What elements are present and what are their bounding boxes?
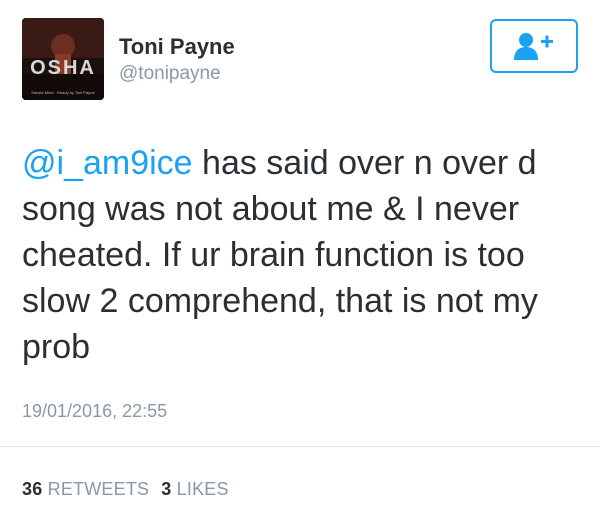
likes-label: LIKES bbox=[176, 479, 229, 499]
avatar-caption: Smoke Mind · Ready by Toni Payne bbox=[31, 90, 95, 95]
divider bbox=[0, 446, 600, 447]
user-handle[interactable]: @tonipayne bbox=[119, 63, 221, 85]
timestamp[interactable]: 19/01/2016, 22:55 bbox=[22, 401, 167, 422]
tweet-card: OSHA Smoke Mind · Ready by Toni Payne To… bbox=[0, 0, 600, 513]
add-user-icon bbox=[514, 33, 553, 60]
tweet-stats: 36 RETWEETS 3 LIKES bbox=[22, 479, 229, 500]
follow-button[interactable] bbox=[490, 19, 578, 73]
likes-count: 3 bbox=[161, 479, 172, 499]
retweets-stat[interactable]: 36 RETWEETS bbox=[22, 479, 149, 499]
display-name[interactable]: Toni Payne bbox=[119, 34, 235, 60]
retweets-count: 36 bbox=[22, 479, 43, 499]
mention-link[interactable]: @i_am9ice bbox=[22, 144, 193, 182]
avatar-text: OSHA bbox=[30, 57, 96, 79]
avatar[interactable]: OSHA Smoke Mind · Ready by Toni Payne bbox=[22, 18, 104, 100]
likes-stat[interactable]: 3 LIKES bbox=[161, 479, 228, 499]
retweets-label: RETWEETS bbox=[47, 479, 150, 499]
tweet-text: @i_am9ice has said over n over d song wa… bbox=[22, 140, 582, 370]
